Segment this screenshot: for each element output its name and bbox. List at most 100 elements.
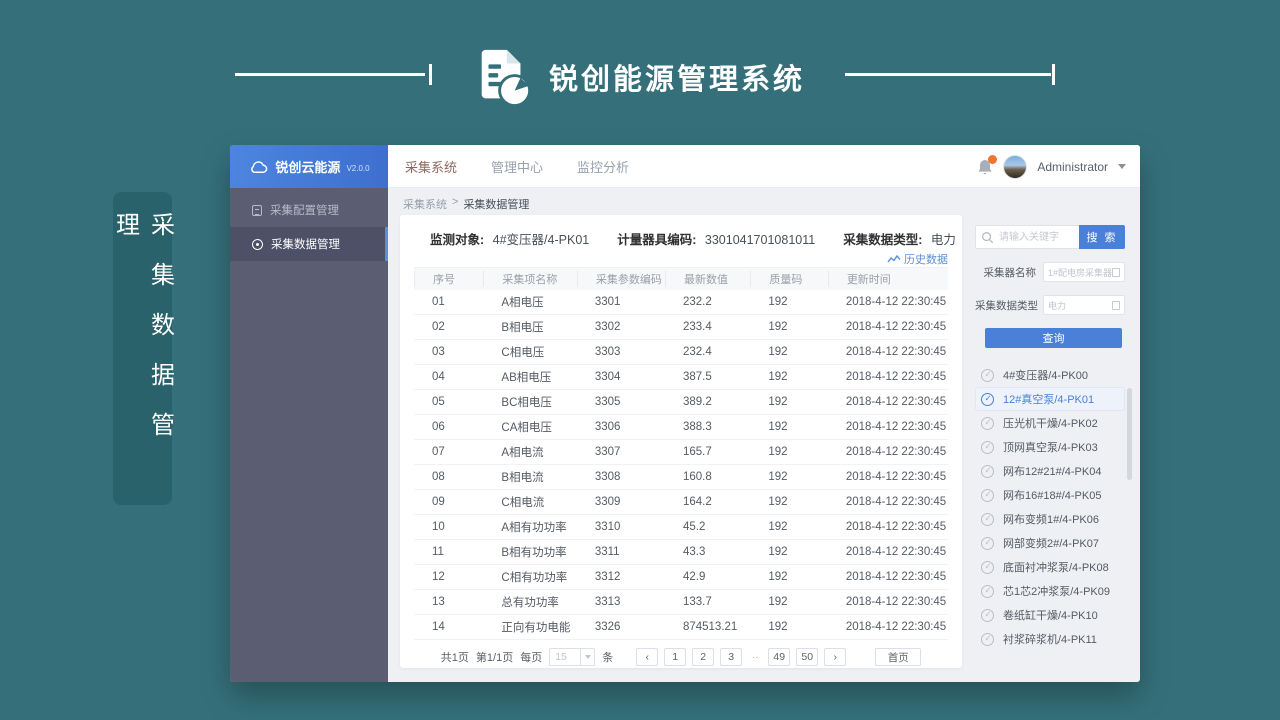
type-label: 采集数据类型 xyxy=(975,298,1043,313)
device-item[interactable]: 网布12#21#/4-PK04 xyxy=(975,459,1125,483)
app-logo-icon xyxy=(472,45,534,109)
table-cell: 3302 xyxy=(577,321,665,333)
table-cell: 389.2 xyxy=(665,396,750,408)
collector-label: 采集器名称 xyxy=(975,265,1043,280)
table-cell: 05 xyxy=(414,396,483,408)
table-cell: 233.4 xyxy=(665,321,750,333)
table-row: 11B相有功功率331143.31922018-4-12 22:30:45 xyxy=(414,540,948,565)
page-button[interactable]: 50 xyxy=(796,648,818,666)
page-button[interactable]: 1 xyxy=(664,648,686,666)
table-row: 01A相电压3301232.21922018-4-12 22:30:45 xyxy=(414,290,948,315)
device-item[interactable]: 网部变频2#/4-PK07 xyxy=(975,531,1125,555)
device-item[interactable]: 顶网真空泵/4-PK03 xyxy=(975,435,1125,459)
table-cell: 2018-4-12 22:30:45 xyxy=(828,371,948,383)
device-item[interactable]: 衬浆碎浆机/4-PK11 xyxy=(975,627,1125,651)
device-item[interactable]: 卷纸缸干燥/4-PK10 xyxy=(975,603,1125,627)
breadcrumb-parent[interactable]: 采集系统 xyxy=(403,196,447,212)
notification-bell-icon[interactable] xyxy=(977,158,993,176)
monitor-object: 监测对象: 4#变压器/4-PK01 xyxy=(430,229,589,248)
pagination-bar: 共1页 第1/1页 每页 15 条 ‹123··4950› 首页 xyxy=(400,647,962,667)
data-card: 监测对象: 4#变压器/4-PK01 计量器具编码: 3301041701081… xyxy=(400,215,962,668)
table-cell: 387.5 xyxy=(665,371,750,383)
sidebar-item-label: 采集配置管理 xyxy=(270,202,339,218)
device-item[interactable]: 网布16#18#/4-PK05 xyxy=(975,483,1125,507)
check-circle-icon xyxy=(981,417,994,430)
table-cell: 192 xyxy=(750,596,827,608)
sidebar-item-2[interactable]: 采集数据管理 xyxy=(230,227,388,261)
data-table: 序号采集项名称采集参数编码最新数值质量码更新时间 01A相电压3301232.2… xyxy=(414,267,948,640)
table-cell: 192 xyxy=(750,521,827,533)
table-cell: A相电流 xyxy=(483,444,576,460)
avatar[interactable] xyxy=(1003,155,1027,179)
table-cell: 874513.21 xyxy=(665,621,750,633)
table-row: 04AB相电压3304387.51922018-4-12 22:30:45 xyxy=(414,365,948,390)
search-button[interactable]: 搜 索 xyxy=(1079,225,1125,249)
device-label: 网布16#18#/4-PK05 xyxy=(1003,487,1101,503)
tab-1[interactable]: 采集系统 xyxy=(405,157,457,176)
table-cell: 3309 xyxy=(577,496,665,508)
check-circle-icon xyxy=(981,537,994,550)
table-cell: 192 xyxy=(750,296,827,308)
device-item[interactable]: 网布变频1#/4-PK06 xyxy=(975,507,1125,531)
page-button[interactable]: 2 xyxy=(692,648,714,666)
table-cell: 192 xyxy=(750,496,827,508)
device-item[interactable]: 4#变压器/4-PK00 xyxy=(975,363,1125,387)
collector-field-row: 采集器名称 1#配电房采集器 xyxy=(975,262,1125,282)
page-button[interactable]: 3 xyxy=(720,648,742,666)
pagination-total: 共1页 xyxy=(441,649,469,665)
column-header: 采集项名称 xyxy=(483,271,576,287)
prev-page-button[interactable]: ‹ xyxy=(636,648,658,666)
next-page-button[interactable]: › xyxy=(824,648,846,666)
tab-3[interactable]: 监控分析 xyxy=(577,157,629,176)
data-icon xyxy=(252,239,263,250)
device-label: 顶网真空泵/4-PK03 xyxy=(1003,439,1098,455)
table-cell: 133.7 xyxy=(665,596,750,608)
check-circle-icon xyxy=(981,489,994,502)
table-cell: 192 xyxy=(750,371,827,383)
table-cell: 正向有功电能 xyxy=(483,619,576,635)
trend-line-icon xyxy=(887,255,901,264)
device-item[interactable]: 底面衬冲浆泵/4-PK08 xyxy=(975,555,1125,579)
search-icon xyxy=(981,231,994,244)
device-list: 4#变压器/4-PK00 12#真空泵/4-PK01 压光机干燥/4-PK02 顶网真… xyxy=(975,363,1125,651)
type-select[interactable]: 电力 xyxy=(1043,295,1125,315)
device-item[interactable]: 12#真空泵/4-PK01 xyxy=(975,387,1125,411)
table-cell: 3307 xyxy=(577,446,665,458)
sidebar-item-1[interactable]: 采集配置管理 xyxy=(230,193,388,227)
table-cell: 14 xyxy=(414,621,483,633)
search-row: 搜 索 xyxy=(975,225,1125,249)
table-cell: 2018-4-12 22:30:45 xyxy=(828,496,948,508)
table-cell: 3313 xyxy=(577,596,665,608)
column-header: 最新数值 xyxy=(665,271,750,287)
device-item[interactable]: 芯1芯2冲浆泵/4-PK09 xyxy=(975,579,1125,603)
device-item[interactable]: 压光机干燥/4-PK02 xyxy=(975,411,1125,435)
table-row: 07A相电流3307165.71922018-4-12 22:30:45 xyxy=(414,440,948,465)
page-button[interactable]: 49 xyxy=(768,648,790,666)
history-data-link[interactable]: 历史数据 xyxy=(887,251,948,267)
tab-2[interactable]: 管理中心 xyxy=(491,157,543,176)
first-page-button[interactable]: 首页 xyxy=(875,648,921,666)
check-circle-icon xyxy=(981,441,994,454)
table-cell: C相有功功率 xyxy=(483,569,576,585)
scrollbar-thumb[interactable] xyxy=(1127,388,1132,480)
cloud-icon xyxy=(248,160,269,174)
device-label: 4#变压器/4-PK00 xyxy=(1003,367,1088,383)
table-cell: 2018-4-12 22:30:45 xyxy=(828,546,948,558)
pagination-per-page-label: 每页 xyxy=(520,649,542,665)
device-label: 12#真空泵/4-PK01 xyxy=(1003,391,1094,407)
table-cell: 3305 xyxy=(577,396,665,408)
page-size-select[interactable]: 15 xyxy=(549,648,595,666)
table-cell: 232.4 xyxy=(665,346,750,358)
notification-badge xyxy=(988,155,997,164)
check-circle-icon xyxy=(981,369,994,382)
pagination-unit: 条 xyxy=(602,649,613,665)
query-button[interactable]: 查询 xyxy=(985,328,1122,348)
dropdown-icon xyxy=(1112,301,1120,310)
collector-select[interactable]: 1#配电房采集器 xyxy=(1043,262,1125,282)
table-cell: 3310 xyxy=(577,521,665,533)
table-cell: 3306 xyxy=(577,421,665,433)
user-name[interactable]: Administrator xyxy=(1037,160,1108,174)
table-cell: 192 xyxy=(750,346,827,358)
table-cell: 192 xyxy=(750,396,827,408)
table-cell: 10 xyxy=(414,521,483,533)
